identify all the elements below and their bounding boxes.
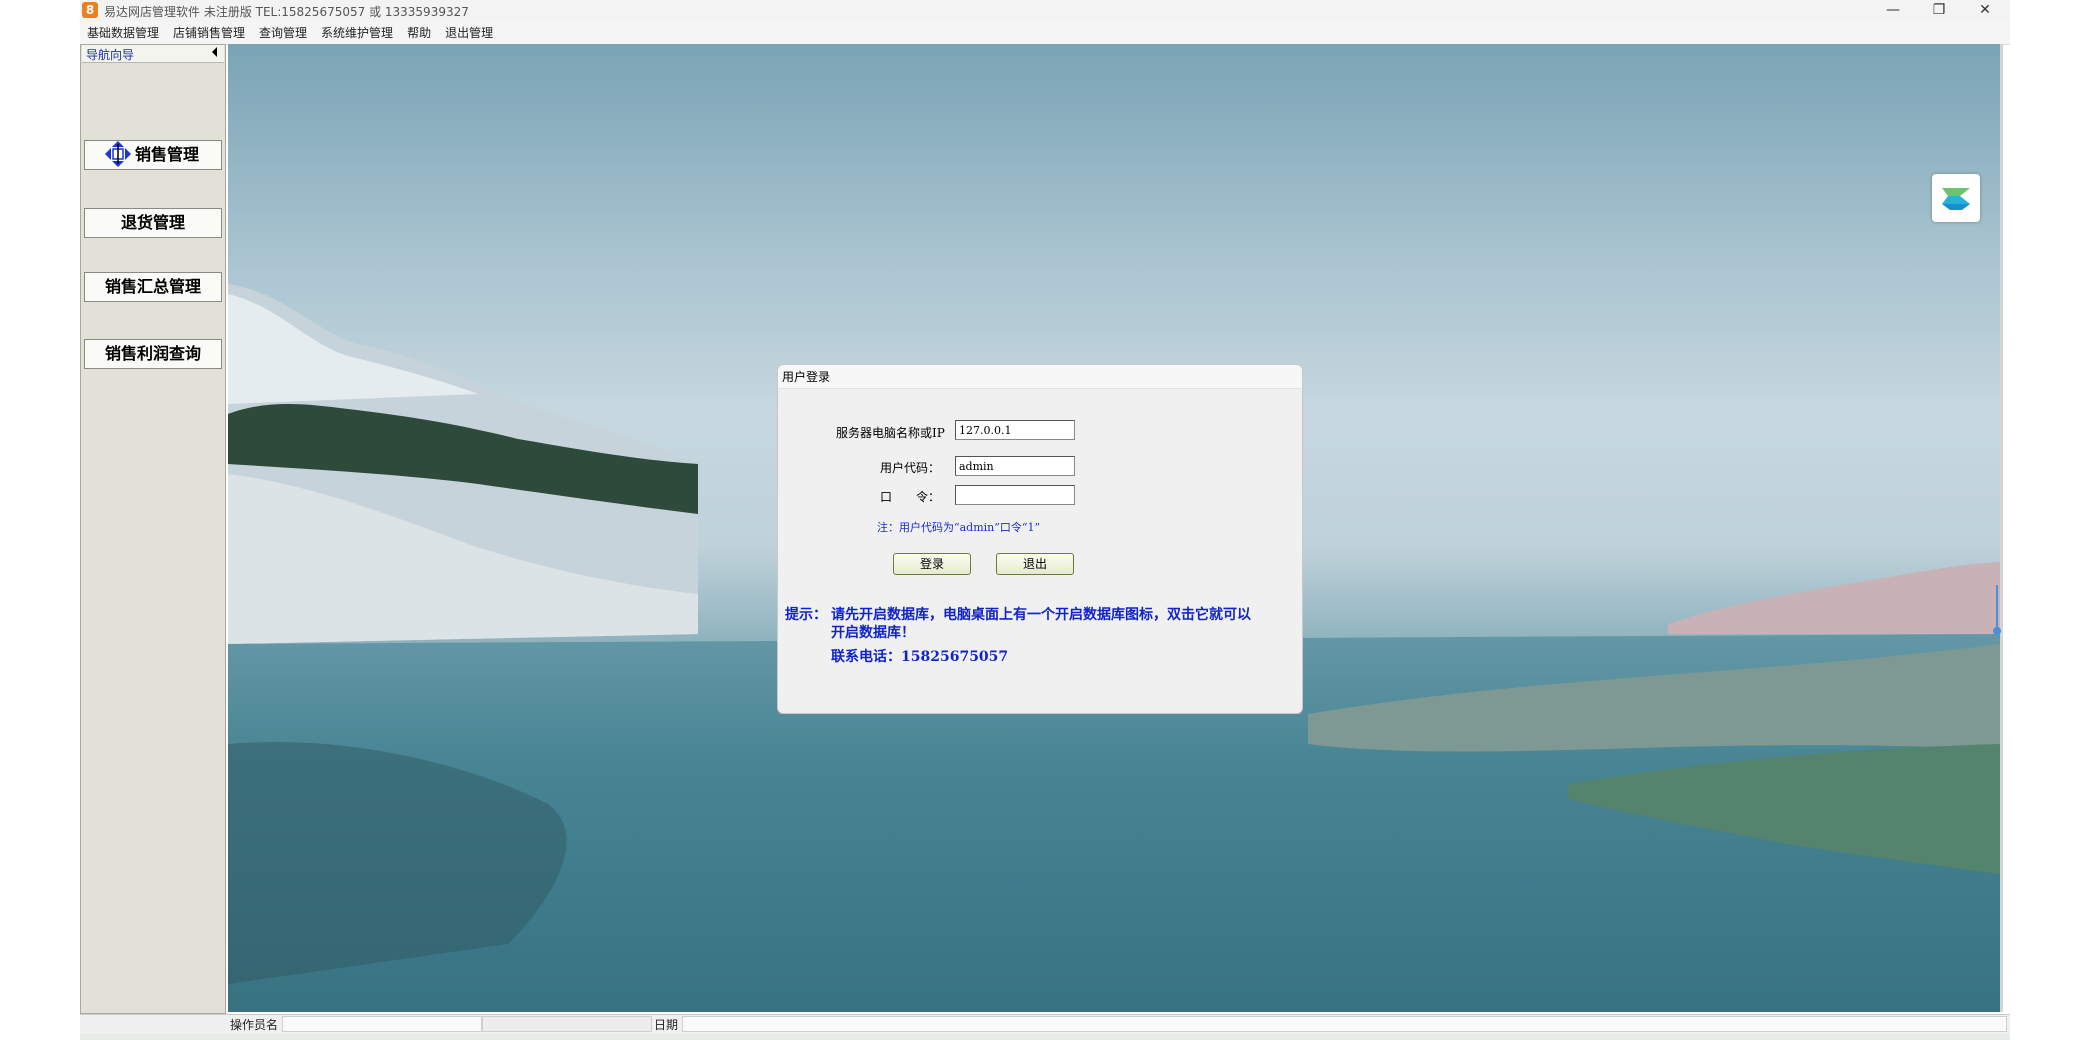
taskbar-strip: [80, 1034, 2010, 1040]
restore-icon: ❐: [1932, 2, 1946, 18]
menu-store-sales[interactable]: 店铺销售管理: [166, 22, 252, 44]
window-title: 易达网店管理软件 未注册版 TEL:15825675057 或 13335939…: [104, 5, 469, 19]
sidebar-header-label: 导航向导: [86, 48, 135, 62]
menu-system-maintenance[interactable]: 系统维护管理: [314, 22, 400, 44]
operator-field: [282, 1016, 482, 1032]
nav-button-returns[interactable]: 退货管理: [84, 208, 222, 238]
date-field: [682, 1016, 2007, 1032]
contact-phone: 联系电话：15825675057: [831, 649, 1009, 665]
user-code-label: 用户代码：: [880, 461, 941, 475]
server-input[interactable]: [955, 420, 1075, 440]
password-label: 口 令：: [880, 490, 941, 504]
login-button[interactable]: 登录: [893, 553, 971, 575]
nav-button-sales-label: 销售管理: [134, 145, 199, 164]
restore-button[interactable]: ❐: [1916, 0, 1962, 22]
password-input[interactable]: [955, 485, 1075, 505]
window-right-border: [2000, 44, 2003, 1012]
nav-button-returns-label: 退货管理: [120, 213, 185, 232]
collapse-arrow-icon[interactable]: [212, 47, 217, 57]
login-dialog-titlebar: [778, 365, 1302, 389]
minimize-icon: —: [1886, 2, 1900, 18]
minimize-button[interactable]: —: [1870, 0, 1916, 22]
close-icon: ✕: [1979, 2, 1991, 18]
menu-items: 基础数据管理 店铺销售管理 查询管理 系统维护管理 帮助 退出管理: [80, 22, 500, 44]
nav-sidebar: [80, 44, 226, 1014]
close-button[interactable]: ✕: [1962, 0, 2008, 22]
widget-logo-icon: [1942, 188, 1970, 210]
menu-exit[interactable]: 退出管理: [438, 22, 500, 44]
status-field-blank: [482, 1016, 652, 1032]
hint-line-2: 开启数据库！: [831, 625, 915, 641]
server-label: 服务器电脑名称或IP: [836, 426, 945, 440]
menu-query[interactable]: 查询管理: [252, 22, 314, 44]
login-dialog-title: 用户登录: [782, 370, 831, 384]
hint-prefix: 提示：: [785, 607, 827, 623]
nav-button-sales-summary-label: 销售汇总管理: [104, 277, 201, 296]
nav-button-profit-query[interactable]: 销售利润查询: [84, 339, 222, 369]
app-icon: 8: [82, 2, 98, 18]
exit-button[interactable]: 退出: [996, 553, 1074, 575]
floating-widget[interactable]: [1932, 174, 1980, 222]
scroll-handle-knob[interactable]: [1993, 627, 2001, 635]
nav-button-profit-query-label: 销售利润查询: [104, 344, 201, 363]
login-note: 注：用户代码为“admin”口令“1”: [877, 521, 1041, 534]
hint-line-1: 请先开启数据库，电脑桌面上有一个开启数据库图标，双击它就可以: [831, 607, 1251, 623]
menu-basic-data[interactable]: 基础数据管理: [80, 22, 166, 44]
date-label: 日期: [654, 1018, 679, 1032]
nav-arrow-icon: [105, 141, 131, 167]
menu-help[interactable]: 帮助: [400, 22, 438, 44]
operator-label: 操作员名: [230, 1018, 279, 1032]
user-code-input[interactable]: [955, 456, 1075, 476]
nav-button-sales-summary[interactable]: 销售汇总管理: [84, 272, 222, 302]
